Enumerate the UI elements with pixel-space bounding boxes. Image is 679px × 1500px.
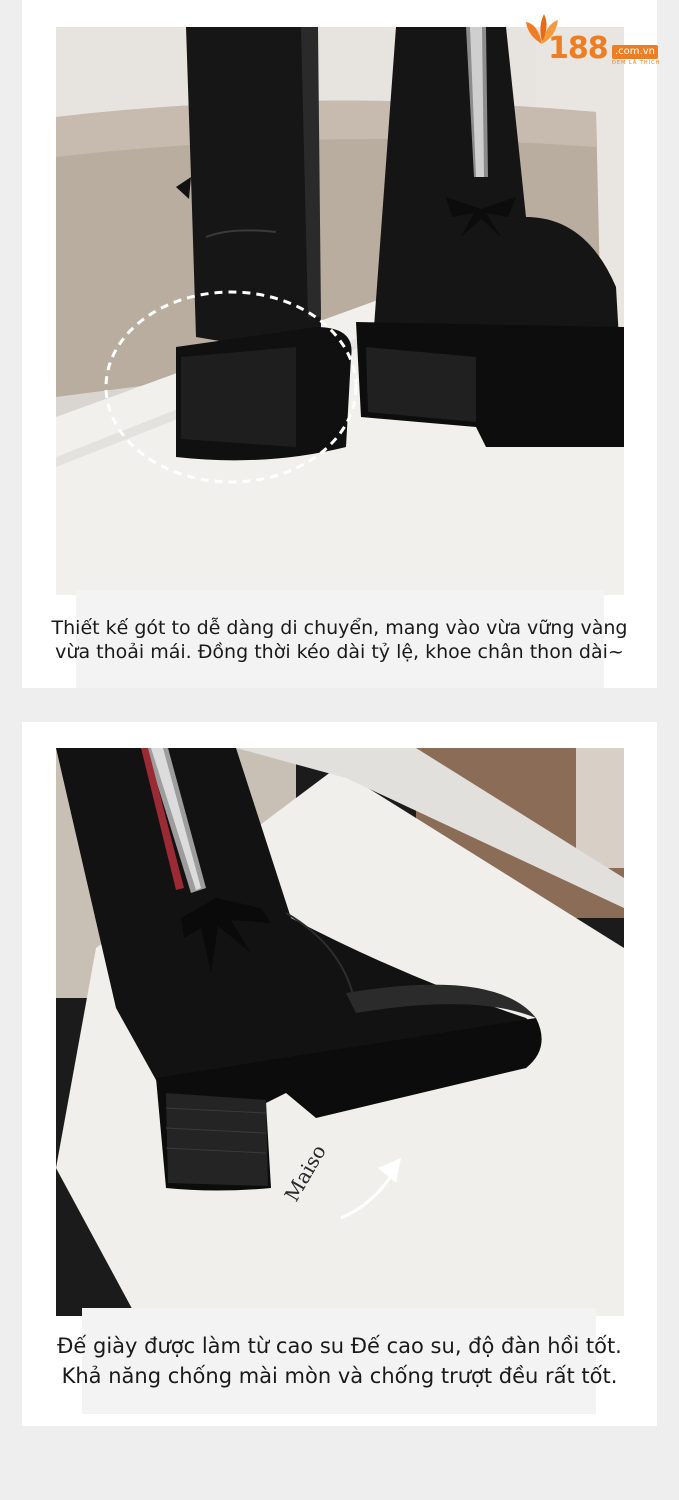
logo-number: 188 [548,31,609,66]
boot-sole-photo: Maiso [56,748,624,1316]
logo-tagline: ĐEM LÀ THÍCH [612,60,661,66]
boots-heel-illustration: M [56,27,624,595]
boot-sole-illustration: Maiso [56,748,624,1316]
product-card-heel: M [22,0,657,688]
caption-heel-description: Thiết kế gót to dễ dàng di chuyển, mang … [51,617,628,663]
caption-sole-description: Đế giày được làm từ cao su Đế cao su, độ… [57,1334,622,1388]
logo-domain: .com.vn [612,45,658,59]
boots-heel-photo: M [56,27,624,595]
product-card-sole: Maiso [22,722,657,1426]
